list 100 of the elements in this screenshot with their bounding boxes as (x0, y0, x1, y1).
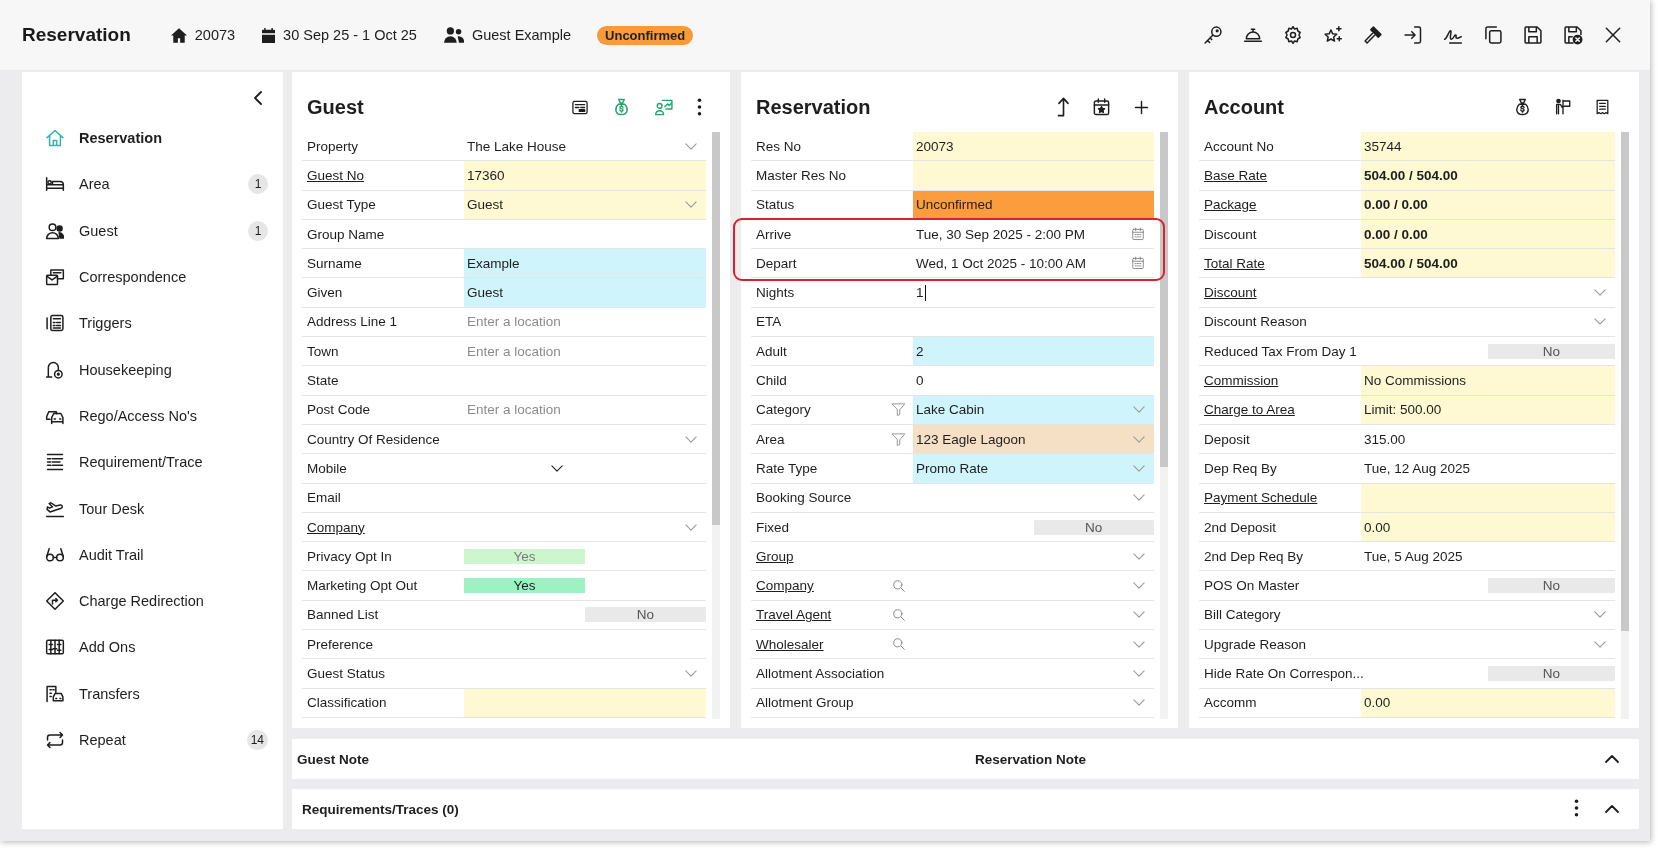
chevron-left-icon[interactable] (254, 91, 262, 105)
dropdown[interactable]: Guest (464, 190, 706, 219)
scrollbar-thumb[interactable] (1160, 132, 1168, 467)
field-label: Category (756, 402, 811, 418)
toggle-switch[interactable]: No (1361, 571, 1615, 600)
save-icon[interactable] (1523, 25, 1543, 45)
filter-icon[interactable] (891, 402, 906, 418)
input-field[interactable]: 2 (913, 337, 1154, 366)
toggle-switch[interactable]: Yes (464, 571, 706, 600)
dropdown[interactable]: Promo Rate (913, 454, 1154, 483)
dropdown[interactable]: 123 Eagle Lagoon (913, 424, 1154, 454)
date-field[interactable]: Tue, 30 Sep 2025 - 2:00 PM (913, 219, 1154, 249)
date-field[interactable]: Wed, 1 Oct 2025 - 10:00 AM (913, 249, 1154, 278)
sidebar-item[interactable]: Guest 1 (22, 207, 283, 254)
input-field[interactable]: 315.00 (1361, 424, 1615, 454)
input-field[interactable]: 17360 (464, 161, 706, 190)
input-field[interactable]: 1 (913, 278, 1154, 307)
field-link[interactable]: Group (756, 548, 794, 564)
receipt-icon[interactable] (1594, 97, 1611, 117)
input-field[interactable]: Enter a location (464, 307, 706, 337)
dropdown[interactable]: The Lake House (464, 132, 706, 161)
input-field[interactable]: 0.00 / 0.00 (1361, 219, 1615, 249)
sidebar-item[interactable]: Repeat 14 (22, 716, 283, 764)
filter-icon[interactable] (891, 431, 906, 447)
sidebar-item[interactable]: Reservation (22, 115, 283, 162)
arrow-up-icon[interactable] (1057, 97, 1070, 117)
input-field[interactable]: Limit: 500.00 (1361, 395, 1615, 424)
sidebar-item[interactable]: Add Ons (22, 624, 283, 671)
sidebar-item[interactable]: Transfers (22, 670, 283, 717)
input-field[interactable]: 504.00 / 504.00 (1361, 161, 1615, 190)
input-field[interactable]: 0.00 / 0.00 (1361, 190, 1615, 219)
sidebar-item[interactable]: Tour Desk (22, 485, 283, 532)
field-link[interactable]: Discount (1204, 285, 1257, 301)
kebab-menu-icon[interactable] (1574, 798, 1579, 817)
toggle-switch[interactable]: No (1361, 337, 1615, 366)
settings-icon[interactable] (1283, 25, 1303, 45)
scrollbar-thumb[interactable] (712, 132, 720, 526)
sidebar-item[interactable]: Housekeeping (22, 346, 283, 393)
input-field[interactable] (1361, 483, 1615, 512)
input-field[interactable]: 0 (913, 366, 1154, 395)
field-link[interactable]: Company (307, 519, 365, 535)
input-field[interactable]: Guest (464, 278, 706, 307)
calendar-icon[interactable] (1131, 227, 1145, 242)
input-field[interactable]: Unconfirmed (913, 190, 1154, 219)
input-field[interactable] (913, 161, 1154, 190)
service-bell-icon[interactable] (1243, 25, 1263, 45)
kebab-menu-icon[interactable] (697, 98, 702, 116)
input-field[interactable]: 20073 (913, 132, 1154, 161)
input-field[interactable] (464, 688, 706, 717)
key-icon[interactable] (1203, 25, 1223, 45)
input-field[interactable]: 0.00 (1361, 512, 1615, 542)
search-icon[interactable] (892, 607, 906, 622)
toggle-switch[interactable]: No (464, 600, 706, 630)
save-close-icon[interactable] (1563, 25, 1583, 45)
search-icon[interactable] (892, 578, 906, 593)
person-chart-icon[interactable] (653, 97, 675, 117)
input-field[interactable]: Enter a location (464, 337, 706, 366)
sidebar-item[interactable]: Charge Redirection (22, 577, 283, 625)
field-link[interactable]: Base Rate (1204, 167, 1268, 183)
sidebar-item[interactable]: Rego/Access No's (22, 392, 283, 440)
input-field[interactable]: 504.00 / 504.00 (1361, 249, 1615, 278)
copy-icon[interactable] (1483, 25, 1503, 45)
person-sign-icon[interactable] (1554, 97, 1572, 117)
sidebar-item[interactable]: Audit Trail (22, 531, 283, 578)
input-field[interactable]: Tue, 5 Aug 2025 (1361, 542, 1615, 571)
field-link[interactable]: Commission (1204, 373, 1279, 388)
id-card-icon[interactable] (570, 98, 590, 116)
sidebar-item[interactable]: Requirement/Trace (22, 439, 283, 486)
dropdown[interactable]: Lake Cabin (913, 395, 1154, 424)
input-field[interactable]: Tue, 12 Aug 2025 (1361, 454, 1615, 483)
toggle-switch[interactable]: No (913, 512, 1154, 542)
sparkle-star-icon[interactable] (1323, 25, 1343, 45)
sidebar-item[interactable]: Correspondence (22, 253, 283, 301)
search-icon[interactable] (892, 637, 906, 652)
input-field[interactable]: Example (464, 249, 706, 278)
chevron-up-icon[interactable] (1605, 805, 1619, 813)
sign-in-icon[interactable] (1403, 25, 1423, 45)
chevron-up-icon[interactable] (1605, 755, 1619, 763)
field-link[interactable]: Travel Agent (756, 607, 832, 623)
field-link[interactable]: Company (756, 578, 814, 594)
calendar-icon[interactable] (1131, 256, 1145, 271)
field-link[interactable]: Guest No (307, 167, 365, 183)
money-bag-icon[interactable] (1513, 97, 1532, 117)
input-field[interactable]: Enter a location (464, 395, 706, 424)
chevron-down-icon[interactable] (551, 464, 563, 472)
field-link[interactable]: Payment Schedule (1204, 490, 1318, 506)
field-link[interactable]: Charge to Area (1204, 402, 1295, 418)
sidebar-item[interactable]: Triggers (22, 300, 283, 347)
input-field[interactable]: No Commissions (1361, 366, 1615, 395)
sidebar-item[interactable]: Area 1 (22, 161, 283, 208)
input-field[interactable]: 35744 (1361, 132, 1615, 161)
close-icon[interactable] (1603, 25, 1623, 45)
field-link[interactable]: Wholesaler (756, 636, 824, 652)
field-link[interactable]: Package (1204, 197, 1257, 213)
field-link[interactable]: Total Rate (1204, 255, 1265, 271)
plus-icon[interactable] (1133, 98, 1150, 116)
hammer-icon[interactable] (1363, 25, 1383, 45)
scrollbar[interactable] (712, 132, 720, 719)
input-field[interactable]: 0.00 (1361, 688, 1615, 717)
scrollbar[interactable] (1160, 132, 1168, 719)
